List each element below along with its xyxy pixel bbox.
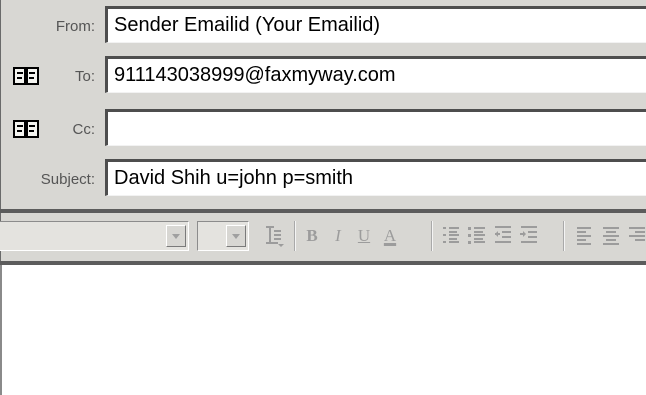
chevron-down-icon[interactable]	[166, 225, 186, 247]
align-center-icon[interactable]	[601, 225, 621, 247]
message-header: From: Sender Emailid (Your Emailid) To: …	[0, 0, 646, 209]
to-row: To: 911143038999@faxmyway.com	[1, 56, 646, 96]
decrease-indent-icon[interactable]	[493, 225, 513, 247]
align-left-icon[interactable]	[575, 225, 595, 247]
bulleted-list-icon[interactable]	[467, 225, 487, 247]
from-label: From:	[55, 18, 95, 35]
toolbar-separator	[294, 221, 296, 251]
align-right-icon[interactable]	[627, 225, 646, 247]
subject-row: Subject: David Shih u=john p=smith	[1, 159, 646, 199]
address-book-icon[interactable]	[13, 66, 39, 86]
cc-field[interactable]	[105, 109, 646, 146]
to-label[interactable]: To:	[75, 68, 95, 85]
cc-label[interactable]: Cc:	[73, 121, 96, 138]
from-row: From: Sender Emailid (Your Emailid)	[1, 6, 646, 46]
bold-button[interactable]: B	[301, 221, 323, 251]
font-name-select[interactable]	[0, 221, 189, 251]
chevron-down-icon[interactable]	[226, 225, 246, 247]
subject-label: Subject:	[40, 171, 95, 188]
underline-button[interactable]: U	[353, 221, 375, 251]
paragraph-style-icon[interactable]	[264, 225, 284, 247]
toolbar-separator	[563, 221, 565, 251]
font-size-select[interactable]	[197, 221, 249, 251]
increase-indent-icon[interactable]	[519, 225, 539, 247]
italic-button[interactable]: I	[327, 221, 349, 251]
toolbar-separator	[431, 221, 433, 251]
message-body-editor[interactable]	[0, 265, 646, 395]
cc-row: Cc:	[1, 109, 646, 149]
address-book-icon[interactable]	[13, 119, 39, 139]
from-field[interactable]: Sender Emailid (Your Emailid)	[105, 6, 646, 43]
to-field[interactable]: 911143038999@faxmyway.com	[105, 56, 646, 93]
font-color-button[interactable]: A	[379, 221, 401, 251]
numbered-list-icon[interactable]	[441, 225, 461, 247]
subject-field[interactable]: David Shih u=john p=smith	[105, 159, 646, 196]
formatting-toolbar: B I U A	[0, 213, 646, 261]
